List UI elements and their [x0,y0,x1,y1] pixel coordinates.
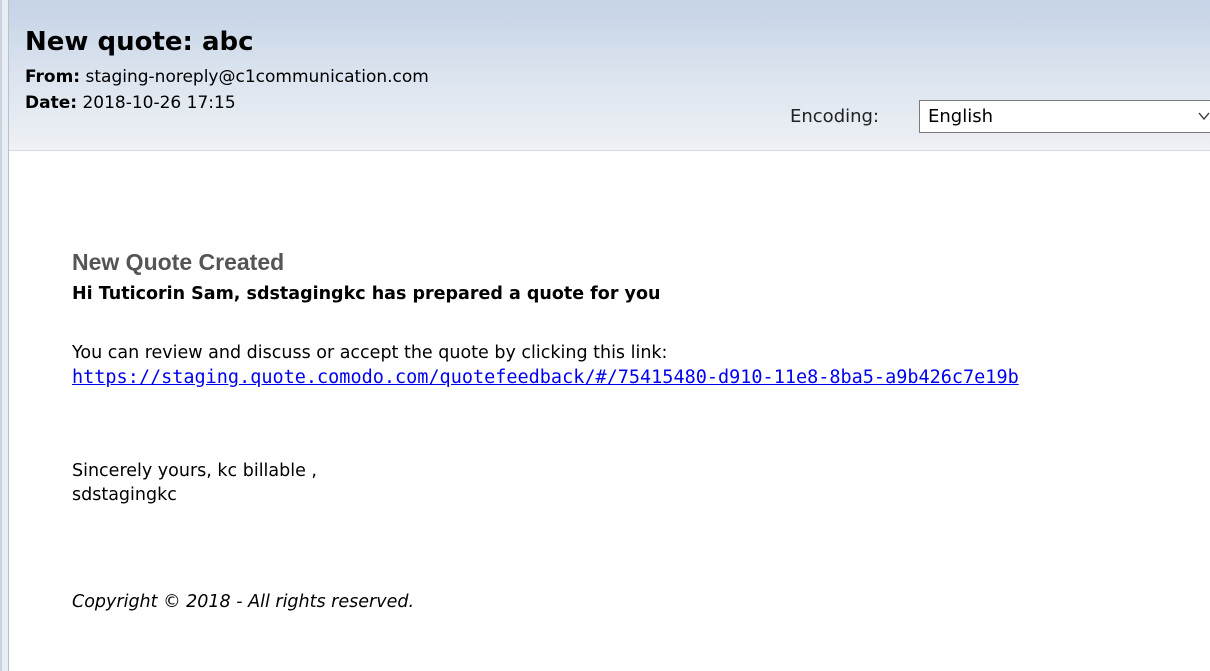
date-line: Date: 2018-10-26 17:15 [25,92,236,114]
body-title: New Quote Created [72,249,285,275]
signer-name: sdstagingkc [72,485,177,505]
encoding-select[interactable]: English [919,100,1210,133]
copyright-notice: Copyright © 2018 - All rights reserved. [72,592,415,612]
signoff: Sincerely yours, kc billable , [72,461,317,481]
email-subject: New quote: abc [25,27,254,57]
quote-feedback-link[interactable]: https://staging.quote.comodo.com/quotefe… [72,366,1112,389]
date-value: 2018-10-26 17:15 [77,93,236,113]
date-label: Date: [25,93,78,113]
from-address: staging-noreply@c1communication.com [80,67,429,87]
encoding-selected-value: English [928,106,993,127]
email-header: New quote: abc From: staging-noreply@c1c… [9,0,1210,151]
from-label: From: [25,67,81,87]
window-left-border [0,0,9,671]
from-line: From: staging-noreply@c1communication.co… [25,66,429,88]
greeting: Hi Tuticorin Sam, sdstagingkc has prepar… [72,284,661,304]
review-instructions: You can review and discuss or accept the… [72,343,668,363]
chevron-down-icon [1198,112,1210,121]
encoding-label: Encoding: [790,106,880,127]
